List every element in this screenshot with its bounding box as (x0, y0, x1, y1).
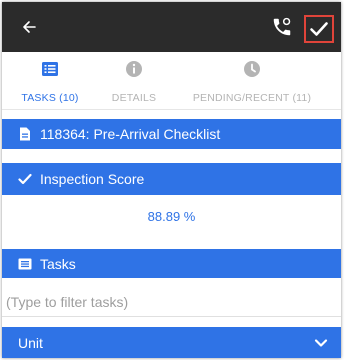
check-icon (18, 172, 32, 186)
list-icon (42, 62, 58, 76)
app-window: TASKS (10) DETAILS PENDING/RECENT (11) 1… (2, 2, 341, 358)
tab-tasks[interactable]: TASKS (10) (6, 52, 94, 110)
inspection-score-value: 88.89 % (147, 209, 196, 224)
unit-dropdown[interactable]: Unit (2, 327, 341, 358)
confirm-button[interactable] (304, 15, 334, 43)
task-filter-input[interactable] (2, 287, 341, 317)
inspection-score-label: Inspection Score (40, 171, 145, 187)
clock-icon (244, 61, 260, 77)
tasks-header: Tasks (2, 249, 341, 278)
checklist-title: 118364: Pre-Arrival Checklist (40, 126, 221, 142)
unit-label: Unit (18, 334, 43, 351)
tab-tasks-label: TASKS (10) (21, 92, 79, 104)
list-icon (18, 257, 32, 271)
chevron-down-icon (313, 335, 329, 351)
info-icon (126, 61, 142, 77)
call-button[interactable] (269, 14, 295, 40)
arrow-left-icon (23, 21, 36, 33)
tab-bar: TASKS (10) DETAILS PENDING/RECENT (11) (2, 52, 341, 110)
tab-pending-recent-label: PENDING/RECENT (11) (192, 92, 312, 104)
phone-callback-icon (273, 17, 291, 36)
check-icon (310, 22, 328, 36)
checklist-header: 118364: Pre-Arrival Checklist (2, 119, 341, 149)
tab-details-label: DETAILS (111, 92, 157, 104)
back-button[interactable] (18, 17, 40, 37)
inspection-score-header: Inspection Score (2, 163, 341, 195)
tab-pending-recent[interactable]: PENDING/RECENT (11) (162, 52, 341, 110)
top-bar (2, 2, 341, 52)
tab-details[interactable]: DETAILS (104, 52, 164, 110)
document-icon (18, 127, 32, 141)
tasks-label: Tasks (40, 255, 76, 272)
